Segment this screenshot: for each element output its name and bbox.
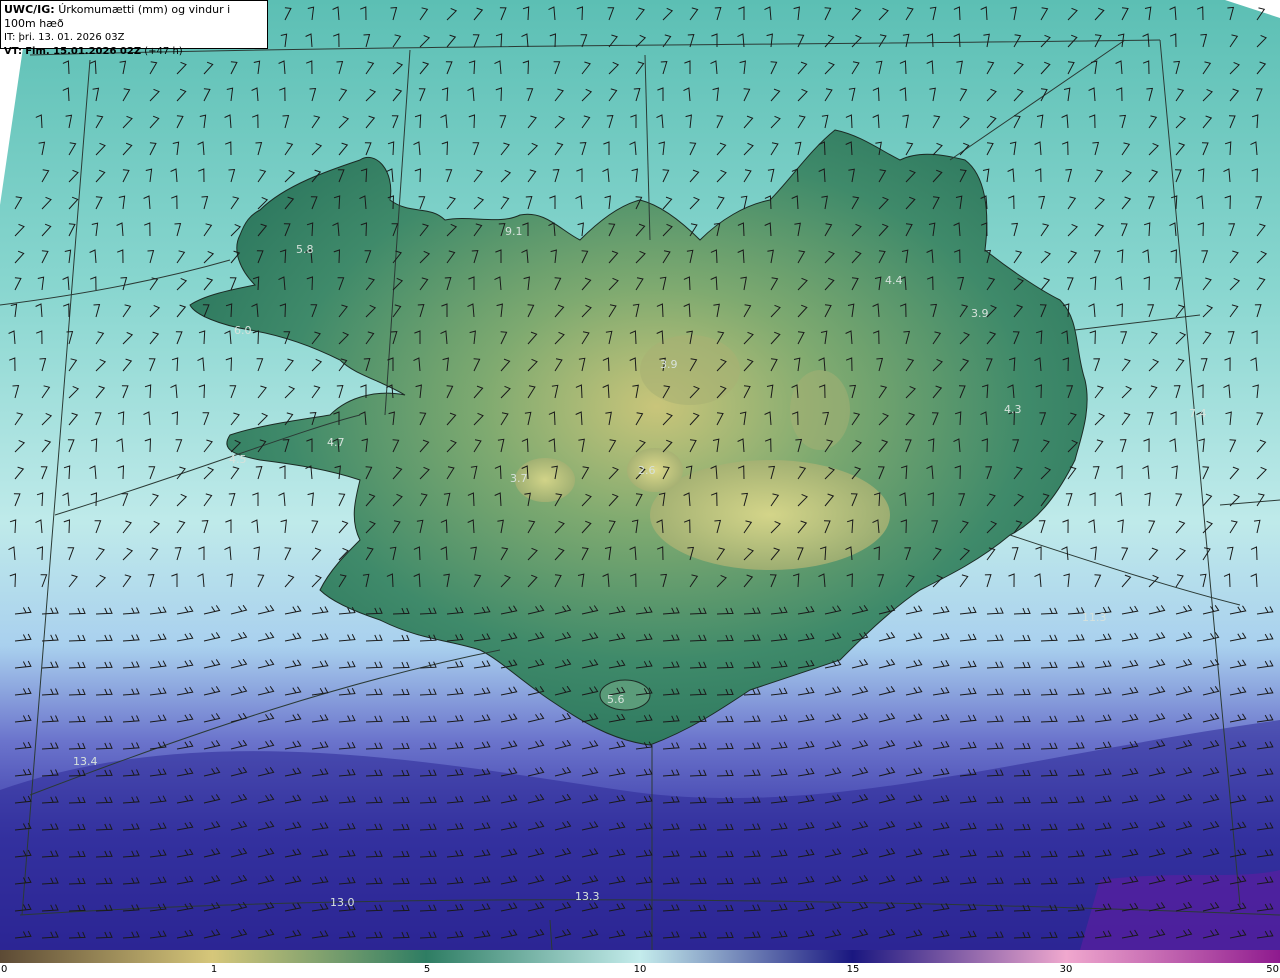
value-label: 13.4 <box>73 755 98 768</box>
legend-tick: 50 <box>1266 964 1279 975</box>
value-label: 4.7 <box>327 436 345 449</box>
map-title-box: UWC/IG: Úrkomumætti (mm) og vindur i 100… <box>0 0 268 57</box>
value-label: 3.7 <box>510 472 528 485</box>
value-label: 3.9 <box>971 307 989 320</box>
legend-tick: 15 <box>846 964 860 975</box>
valid-time: Fim. 15.01.2026 02Z <box>25 46 142 57</box>
value-label: 2.6 <box>638 464 656 477</box>
value-label: 5.8 <box>296 243 314 256</box>
product-code: UWC/IG: <box>4 3 55 16</box>
value-label: 3.9 <box>660 358 678 371</box>
value-label: 13.3 <box>575 890 600 903</box>
value-label: 11.3 <box>1082 611 1107 624</box>
lead-time: (+47 h) <box>144 46 183 57</box>
value-label: 9.1 <box>505 225 523 238</box>
value-label: 4.3 <box>1004 403 1022 416</box>
valid-time-label: VT: <box>4 46 23 57</box>
precipitation-wind-map: 5.8 6.0 4.7 4.5 9.1 3.9 3.7 2.6 4.4 3.9 … <box>0 0 1280 950</box>
legend-tick: 1 <box>210 964 218 975</box>
color-legend: 0 1 5 10 15 30 50 <box>0 950 1280 978</box>
value-label: 5.6 <box>607 693 625 706</box>
initial-time: þri. 13. 01. 2026 03Z <box>18 32 125 43</box>
value-label: 4.4 <box>885 274 903 287</box>
value-label: 4.5 <box>229 453 247 466</box>
value-label: 13.0 <box>330 896 355 909</box>
value-label: 6.0 <box>234 324 252 337</box>
legend-tick: 0 <box>1 964 8 975</box>
value-label: 7.4 <box>1189 407 1207 420</box>
legend-colorbar <box>0 950 1280 963</box>
legend-tick: 30 <box>1059 964 1073 975</box>
initial-time-label: IT: <box>4 32 16 43</box>
legend-tick: 10 <box>633 964 647 975</box>
legend-tick: 5 <box>423 964 431 975</box>
